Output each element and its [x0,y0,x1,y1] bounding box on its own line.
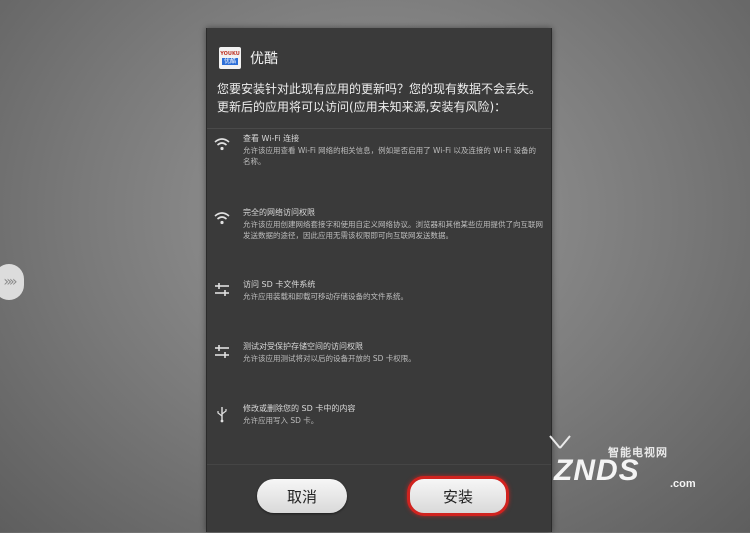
side-scroll-arrow[interactable]: »» [0,264,24,300]
permission-desc: 允许应用写入 SD 卡。 [243,416,319,425]
permission-desc: 允许该应用测试将对以后的设备开放的 SD 卡权限。 [243,354,416,363]
app-icon-label: 优酷 [221,58,238,65]
sliders-icon [215,345,229,358]
youku-app-icon: YOUKU 优酷 [219,47,241,69]
permission-title: 完全的网络访问权限 [243,208,315,217]
permission-desc: 允许该应用创建网络套接字和使用自定义网络协议。浏览器和其他某些应用提供了向互联网… [243,220,543,240]
cancel-button[interactable]: 取消 [257,479,347,513]
install-button[interactable]: 安装 [407,476,509,516]
sliders-icon [215,283,229,296]
update-message: 您要安装针对此现有应用的更新吗？您的现有数据不会丢失。更新后的应用将可以访问(应… [217,82,542,114]
usb-icon [217,407,227,423]
permission-title: 测试对受保护存储空间的访问权限 [243,342,363,351]
wifi-icon [214,138,230,151]
permission-list[interactable]: 查看 Wi-Fi 连接 允许该应用查看 Wi-Fi 网络的相关信息，例如是否启用… [207,128,551,459]
app-icon-brand: YOUKU [220,51,240,57]
permission-desc: 允许应用装载和卸载可移动存储设备的文件系统。 [243,292,408,301]
permission-title: 查看 Wi-Fi 连接 [243,134,300,143]
permission-title: 修改或删除您的 SD 卡中的内容 [243,404,356,413]
watermark-brand: ZNDS [554,454,640,487]
dialog-title-row: YOUKU 优酷 优酷 [219,46,278,70]
znds-watermark: 智能电视网 ZNDS .com [538,432,708,496]
permission-title: 访问 SD 卡文件系统 [243,280,316,289]
permission-desc: 允许该应用查看 Wi-Fi 网络的相关信息，例如是否启用了 Wi-Fi 以及连接… [243,146,536,166]
watermark-domain: .com [670,478,696,490]
dialog-button-bar: 取消 安装 [207,464,551,533]
wifi-icon [214,212,230,225]
app-name: 优酷 [250,51,278,67]
install-update-dialog: YOUKU 优酷 优酷 您要安装针对此现有应用的更新吗？您的现有数据不会丢失。更… [206,28,552,532]
